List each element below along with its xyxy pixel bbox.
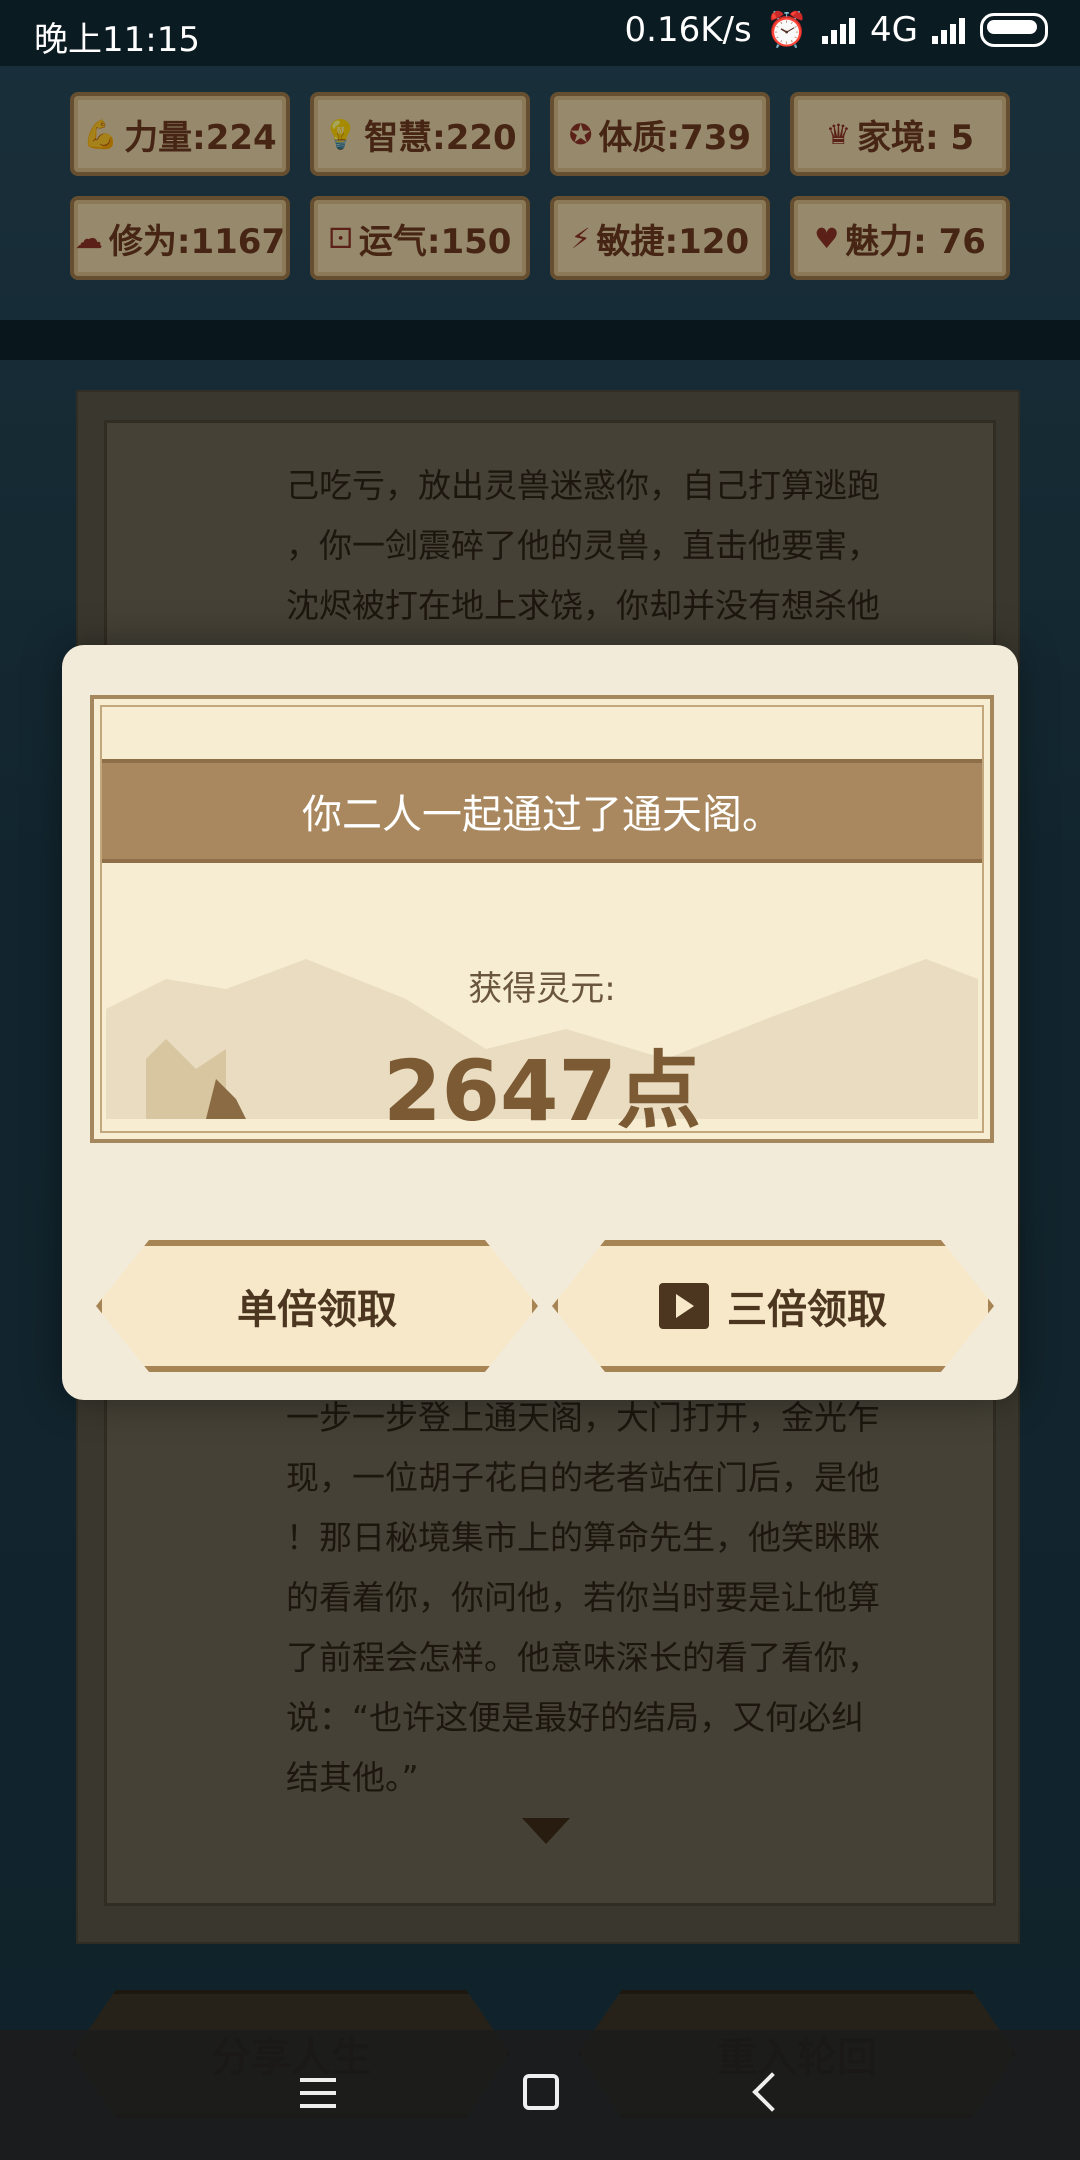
triple-claim-label: 三倍领取 xyxy=(727,1287,887,1333)
signal-icon xyxy=(822,16,856,44)
network-type: 4G xyxy=(870,10,918,50)
network-speed: 0.16K/s xyxy=(624,10,752,50)
single-claim-button[interactable]: 单倍领取 xyxy=(96,1240,538,1372)
status-bar: 晚上11:15 0.16K/s ⏰ 4G xyxy=(0,0,1080,66)
reward-value: 2647点 xyxy=(383,1042,701,1140)
video-play-icon xyxy=(659,1283,709,1329)
status-right: 0.16K/s ⏰ 4G xyxy=(624,10,1048,50)
reward-label: 获得灵元: xyxy=(468,969,616,1009)
battery-icon xyxy=(980,13,1048,47)
system-nav-bar xyxy=(0,2030,1080,2160)
menu-icon[interactable] xyxy=(300,2078,336,2117)
home-icon[interactable] xyxy=(523,2074,559,2110)
triple-claim-button[interactable]: 三倍领取 xyxy=(552,1240,994,1372)
modal-title: 你二人一起通过了通天阁。 xyxy=(102,759,982,863)
reward-frame: 你二人一起通过了通天阁。 获得灵元: 2647点 xyxy=(90,695,994,1143)
back-icon[interactable] xyxy=(752,2072,792,2112)
reward-modal: 你二人一起通过了通天阁。 获得灵元: 2647点 单倍领取 三倍领取 xyxy=(62,645,1018,1400)
alarm-icon: ⏰ xyxy=(765,10,809,50)
signal-icon-2 xyxy=(932,16,966,44)
status-time: 晚上11:15 xyxy=(34,20,200,60)
single-claim-label: 单倍领取 xyxy=(237,1287,397,1333)
